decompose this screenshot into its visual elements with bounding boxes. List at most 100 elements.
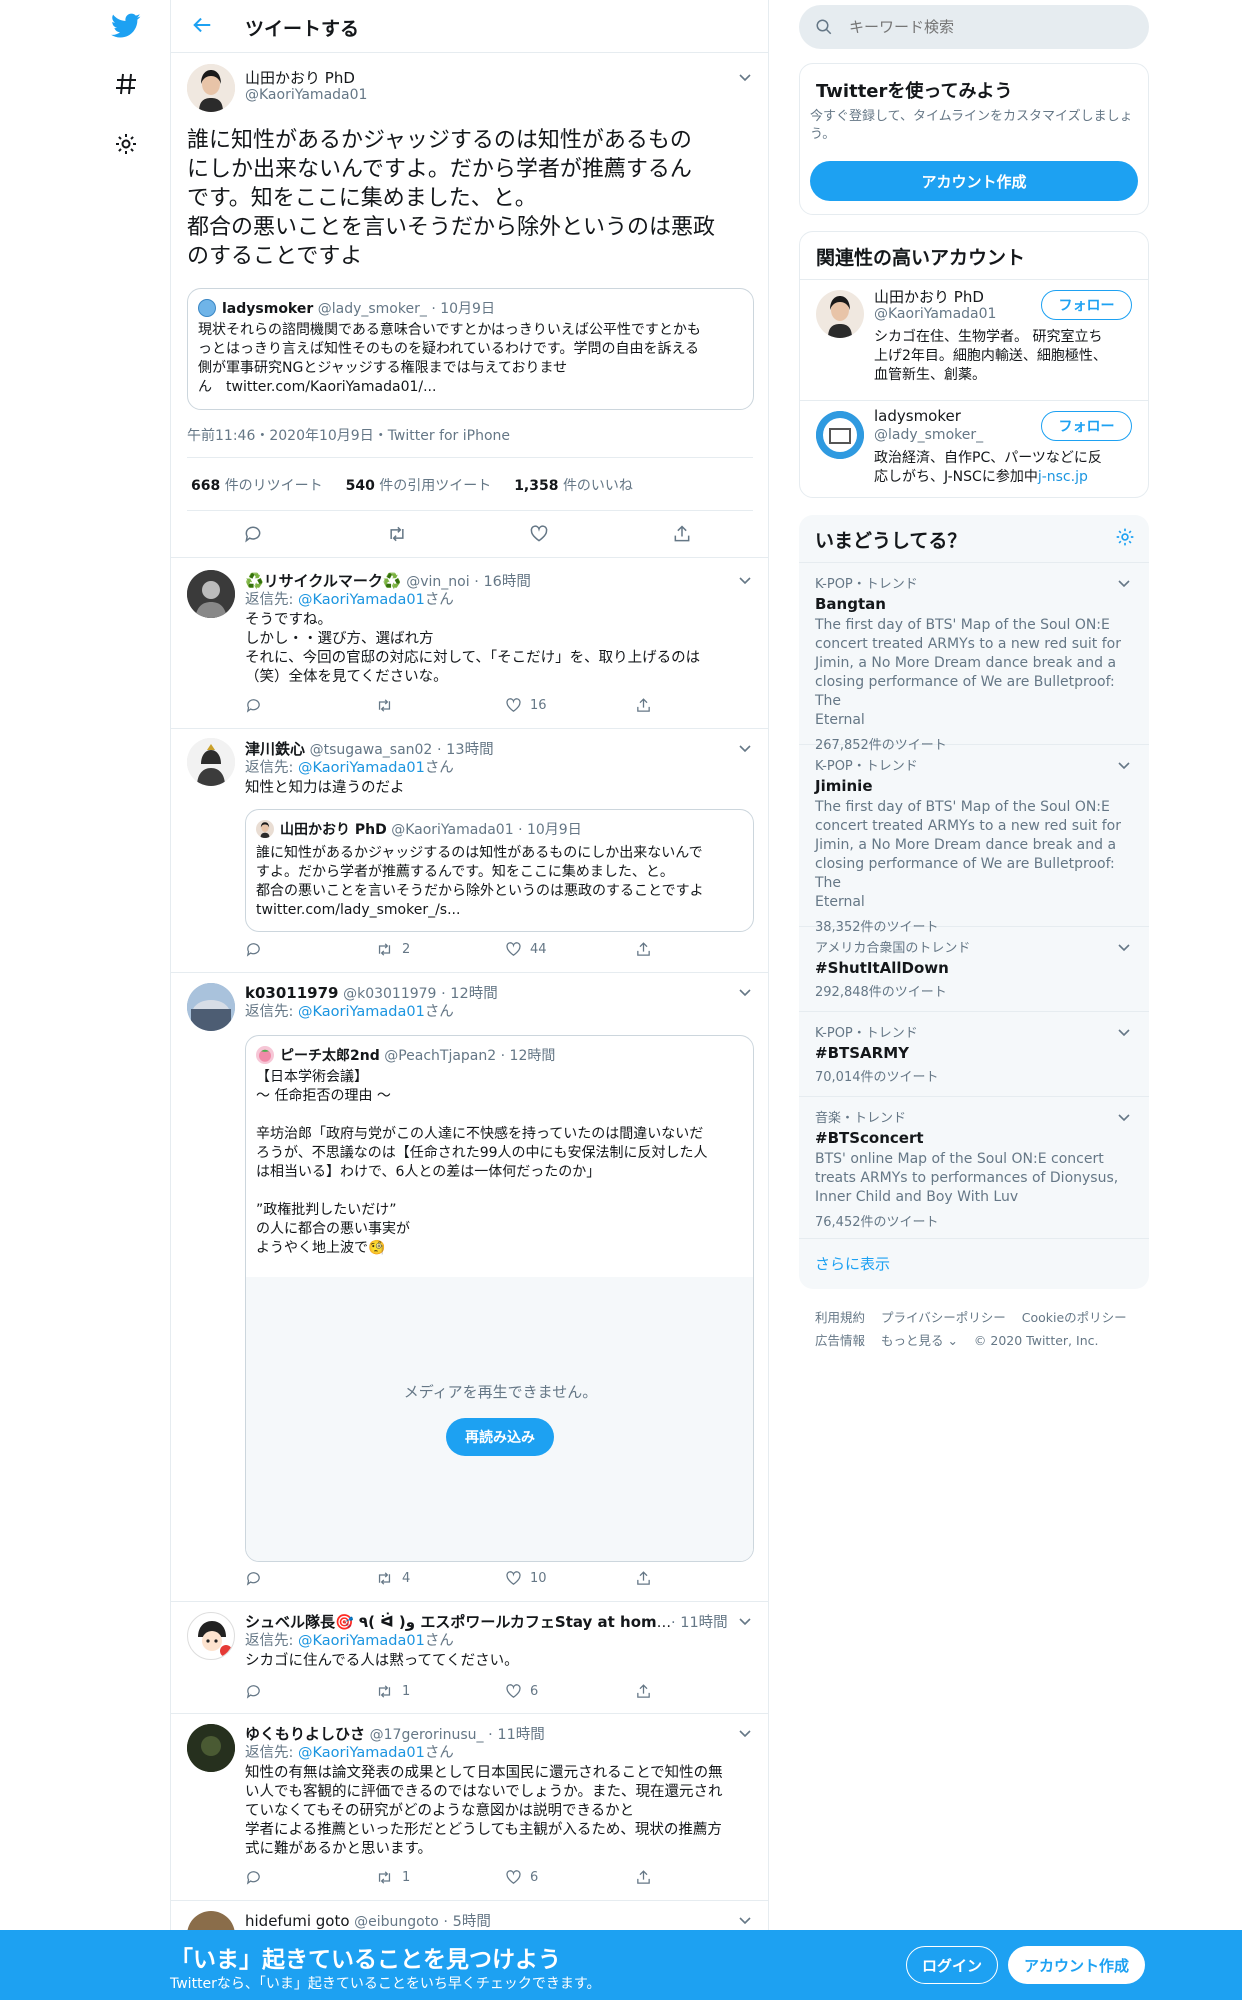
trend-item[interactable]: 音楽・トレンド #BTSconcert BTS' online Map of t… xyxy=(799,1097,1149,1239)
reply-tweet[interactable]: シュベル隊長🎯 ٩( ᐛ )و エスポワールカフェStay at home @.… xyxy=(171,1602,768,1713)
like-label[interactable]: 件のいいね xyxy=(563,478,633,494)
chevron-down-icon[interactable] xyxy=(738,1912,752,1926)
retweet-button[interactable]: 1 xyxy=(375,1869,505,1886)
reply-icon[interactable] xyxy=(245,1570,375,1587)
reply-tweet[interactable]: ♻️リサイクルマーク♻️ @vin_noi · 16時間 返信先: @Kaori… xyxy=(171,558,768,728)
reply-time[interactable]: 11時間 xyxy=(680,1615,727,1631)
reply-time[interactable]: 11時間 xyxy=(497,1727,544,1743)
related-bio-link[interactable]: j-nsc.jp xyxy=(1038,469,1088,485)
quoted-tweet[interactable]: ladysmoker @lady_smoker_ · 10月9日 現状それらの諮… xyxy=(187,288,754,410)
chevron-down-icon[interactable] xyxy=(738,984,752,998)
reply-author-handle[interactable]: @k03011979 xyxy=(343,986,436,1002)
chevron-down-icon[interactable] xyxy=(1117,1109,1131,1123)
trends-settings-gear-icon[interactable] xyxy=(1115,527,1135,551)
reply-icon[interactable] xyxy=(245,941,375,958)
reply-author-handle[interactable]: @eibungoto xyxy=(354,1914,439,1930)
signup-button[interactable]: アカウント作成 xyxy=(1008,1946,1145,1984)
avatar[interactable] xyxy=(187,983,235,1031)
chevron-down-icon[interactable] xyxy=(1117,757,1131,771)
related-handle[interactable]: @KaoriYamada01 xyxy=(874,306,996,322)
author-handle[interactable]: @KaoriYamada01 xyxy=(245,87,367,103)
reply-author-name[interactable]: 津川鉄心 xyxy=(245,740,305,758)
tweet-meta[interactable]: 午前11:46・2020年10月9日・Twitter for iPhone xyxy=(187,425,510,445)
share-icon[interactable] xyxy=(635,941,765,958)
trend-item[interactable]: K-POP・トレンド Jiminie The first day of BTS'… xyxy=(799,745,1149,935)
footer-link[interactable]: もっと見る ⌄ xyxy=(881,1333,958,1348)
reply-author-name[interactable]: シュベル隊長🎯 ٩( ᐛ )و エスポワールカフェStay at home xyxy=(245,1613,671,1631)
reply-author-handle[interactable]: @tsugawa_san02 xyxy=(310,742,433,758)
chevron-down-icon[interactable] xyxy=(1117,575,1131,589)
like-heart-icon[interactable] xyxy=(529,524,672,544)
related-name[interactable]: 山田かおり PhD xyxy=(874,286,984,307)
avatar[interactable] xyxy=(187,64,235,112)
create-account-button[interactable]: アカウント作成 xyxy=(810,161,1138,201)
footer-link[interactable]: Cookieのポリシー xyxy=(1022,1310,1127,1325)
share-icon[interactable] xyxy=(635,1683,765,1700)
follow-button[interactable]: フォロー xyxy=(1041,290,1132,320)
reply-time[interactable]: 5時間 xyxy=(453,1914,491,1930)
reply-to-link[interactable]: @KaoriYamada01 xyxy=(298,1745,425,1761)
retweet-button[interactable] xyxy=(375,697,505,714)
reply-to-link[interactable]: @KaoriYamada01 xyxy=(298,592,425,608)
avatar[interactable] xyxy=(187,570,235,618)
reply-to-link[interactable]: @KaoriYamada01 xyxy=(298,760,425,776)
reply-to-link[interactable]: @KaoriYamada01 xyxy=(298,1633,425,1649)
related-account[interactable]: ladysmoker @lady_smoker_ フォロー 政治経済、自作PC、… xyxy=(800,401,1148,497)
search-box[interactable] xyxy=(799,5,1149,49)
like-button[interactable]: 16 xyxy=(505,697,635,714)
footer-link[interactable]: プライバシーポリシー xyxy=(881,1310,1006,1325)
avatar[interactable] xyxy=(187,1724,235,1772)
reply-author-name[interactable]: ゆくもりよしひさ xyxy=(245,1725,365,1743)
quote-count[interactable]: 540 xyxy=(346,478,375,494)
trend-item[interactable]: K-POP・トレンド #BTSARMY 70,014件のツイート xyxy=(799,1012,1149,1097)
related-account[interactable]: 山田かおり PhD @KaoriYamada01 フォロー シカゴ在住、生物学者… xyxy=(800,280,1148,400)
chevron-down-icon[interactable] xyxy=(738,1613,752,1627)
avatar[interactable] xyxy=(816,290,864,338)
retweet-button[interactable]: 2 xyxy=(375,941,505,958)
twitter-logo-icon[interactable] xyxy=(106,6,146,46)
reply-icon[interactable] xyxy=(243,524,386,544)
footer-link[interactable]: 利用規約 xyxy=(815,1310,865,1325)
reply-to-link[interactable]: @KaoriYamada01 xyxy=(298,1004,425,1020)
trend-item[interactable]: アメリカ合衆国のトレンド #ShutItAllDown 292,848件のツイー… xyxy=(799,927,1149,1012)
reply-author-handle[interactable]: @vin_noi xyxy=(406,574,469,590)
reply-author-name[interactable]: ♻️リサイクルマーク♻️ xyxy=(245,572,402,590)
reply-author-handle[interactable]: @17gerorinusu_ xyxy=(370,1727,484,1743)
follow-button[interactable]: フォロー xyxy=(1041,411,1132,441)
reload-button[interactable]: 再読み込み xyxy=(446,1418,554,1456)
search-input[interactable] xyxy=(849,16,1129,38)
share-icon[interactable] xyxy=(635,1869,765,1886)
chevron-down-icon[interactable] xyxy=(738,1725,752,1739)
share-icon[interactable] xyxy=(672,524,732,544)
back-arrow-icon[interactable] xyxy=(191,14,215,38)
chevron-down-icon[interactable] xyxy=(1117,1024,1131,1038)
chevron-down-icon[interactable] xyxy=(738,572,752,586)
reply-time[interactable]: 12時間 xyxy=(450,986,497,1002)
like-count[interactable]: 1,358 xyxy=(514,478,558,494)
reply-tweet[interactable]: k03011979 @k03011979 · 12時間 返信先: @KaoriY… xyxy=(171,973,768,1601)
reply-tweet[interactable]: 津川鉄心 @tsugawa_san02 · 13時間 返信先: @KaoriYa… xyxy=(171,729,768,972)
show-more-link[interactable]: さらに表示 xyxy=(815,1253,890,1274)
retweet-button[interactable]: 1 xyxy=(375,1683,505,1700)
reply-icon[interactable] xyxy=(245,1683,375,1700)
like-button[interactable]: 10 xyxy=(505,1570,635,1587)
share-icon[interactable] xyxy=(635,1570,765,1587)
related-name[interactable]: ladysmoker xyxy=(874,407,961,425)
settings-gear-icon[interactable] xyxy=(106,124,146,164)
quote-label[interactable]: 件の引用ツイート xyxy=(379,478,491,494)
quoted-tweet[interactable]: ピーチ太郎2nd @PeachTjapan2 · 12時間 【日本学術会議】 ～… xyxy=(245,1035,754,1562)
retweet-count[interactable]: 668 xyxy=(191,478,220,494)
avatar[interactable] xyxy=(816,411,864,459)
retweet-button[interactable]: 4 xyxy=(375,1570,505,1587)
explore-hashtag-icon[interactable] xyxy=(106,64,146,104)
share-icon[interactable] xyxy=(635,697,765,714)
avatar[interactable] xyxy=(187,1612,235,1660)
chevron-down-icon[interactable] xyxy=(1117,939,1131,953)
reply-tweet[interactable]: ゆくもりよしひさ @17gerorinusu_ · 11時間 返信先: @Kao… xyxy=(171,1714,768,1900)
avatar[interactable] xyxy=(187,738,235,786)
reply-time[interactable]: 16時間 xyxy=(483,574,530,590)
like-button[interactable]: 6 xyxy=(505,1683,635,1700)
like-button[interactable]: 6 xyxy=(505,1869,635,1886)
footer-link[interactable]: 広告情報 xyxy=(815,1333,865,1348)
chevron-down-icon[interactable] xyxy=(738,69,752,83)
